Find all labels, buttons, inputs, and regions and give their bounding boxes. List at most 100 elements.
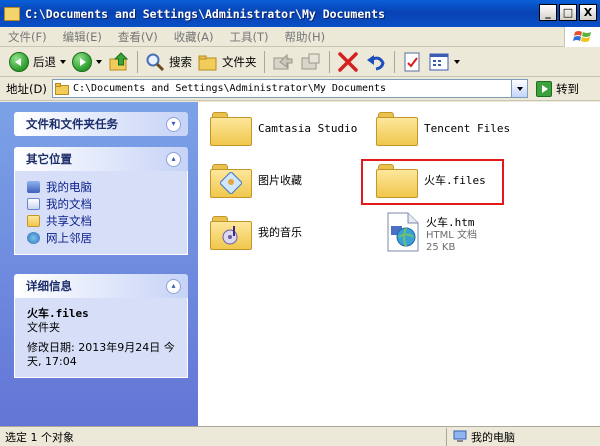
chevron-up-icon[interactable]: ▴ — [166, 278, 181, 294]
menu-bar: 文件(F) 编辑(E) 查看(V) 收藏(A) 工具(T) 帮助(H) — [0, 27, 600, 47]
address-value: C:\Documents and Settings\Administrator\… — [73, 83, 387, 94]
minimize-button[interactable]: _ — [539, 4, 557, 21]
forward-button[interactable] — [69, 49, 105, 75]
panel-title: 文件和文件夹任务 — [26, 117, 118, 131]
status-location: 我的电脑 — [446, 427, 515, 446]
folder-icon — [4, 6, 20, 21]
maximize-button[interactable]: □ — [559, 4, 577, 21]
menu-edit[interactable]: 编辑(E) — [55, 29, 110, 45]
file-item-train-htm[interactable]: 火车.htm HTML 文档 25 KB — [386, 212, 477, 254]
link-label: 网上邻居 — [46, 230, 92, 245]
file-meta: 火车.htm HTML 文档 25 KB — [426, 214, 477, 254]
go-button[interactable]: 转到 — [536, 80, 579, 97]
file-item-camtasia-studio[interactable]: Camtasia Studio — [210, 110, 357, 146]
place-link-my-computer[interactable]: 我的电脑 — [27, 178, 177, 195]
panel-header[interactable]: 详细信息 ▴ — [14, 274, 188, 298]
views-icon — [429, 53, 448, 70]
search-button[interactable]: 搜索 — [142, 49, 195, 75]
documents-icon — [27, 197, 40, 210]
menu-file[interactable]: 文件(F) — [0, 29, 55, 45]
chevron-down-icon — [60, 59, 66, 64]
detail-modified: 修改日期: 2013年9月24日 今天, 17:04 — [27, 341, 175, 368]
chevron-down-icon — [453, 59, 460, 64]
close-button[interactable]: X — [579, 4, 597, 21]
detail-type: 文件夹 — [27, 321, 60, 334]
place-link-network[interactable]: 网上邻居 — [27, 229, 177, 246]
back-label: 后退 — [33, 54, 56, 69]
menu-help[interactable]: 帮助(H) — [277, 29, 334, 45]
file-list[interactable]: Camtasia Studio Tencent Files 图片收藏 火车.fi… — [198, 102, 600, 426]
file-name: Tencent Files — [424, 121, 511, 135]
panel-title: 详细信息 — [26, 279, 72, 293]
go-arrow-icon — [536, 80, 552, 97]
back-button[interactable]: 后退 — [6, 49, 69, 75]
properties-icon — [404, 52, 419, 71]
menu-favorites[interactable]: 收藏(A) — [166, 29, 222, 45]
properties-button[interactable] — [399, 49, 425, 75]
back-arrow-icon — [9, 51, 29, 72]
network-icon — [27, 231, 40, 244]
panel-title: 其它位置 — [26, 152, 72, 166]
link-label: 我的电脑 — [46, 179, 92, 194]
copy-to-button[interactable] — [297, 49, 325, 75]
panel-header[interactable]: 文件和文件夹任务 ▾ — [14, 112, 188, 136]
html-document-icon — [387, 212, 419, 252]
forward-arrow-icon — [72, 51, 92, 72]
file-type: HTML 文档 — [426, 230, 478, 241]
delete-icon — [337, 51, 358, 72]
address-dropdown-button[interactable] — [511, 80, 527, 97]
folder-icon — [55, 82, 69, 95]
chevron-down-icon[interactable]: ▾ — [166, 116, 181, 132]
shared-folder-icon — [27, 214, 40, 227]
details-panel: 详细信息 ▴ 火车.files 文件夹 修改日期: 2013年9月24日 今天,… — [14, 274, 188, 378]
other-places-panel: 其它位置 ▴ 我的电脑 我的文档 共享文档 网上邻居 — [14, 147, 188, 255]
chevron-up-icon[interactable]: ▴ — [166, 151, 181, 167]
file-item-my-pictures[interactable]: 图片收藏 — [210, 162, 302, 198]
undo-button[interactable] — [362, 49, 390, 75]
go-label: 转到 — [556, 81, 579, 96]
place-link-shared-documents[interactable]: 共享文档 — [27, 212, 177, 229]
up-button[interactable] — [105, 49, 133, 75]
folder-up-icon — [109, 51, 129, 70]
toolbar: 后退 搜索 文件夹 — [0, 47, 600, 77]
file-name: Camtasia Studio — [258, 121, 358, 135]
panel-body: 火车.files 文件夹 修改日期: 2013年9月24日 今天, 17:04 — [14, 298, 188, 378]
folder-icon — [376, 110, 418, 146]
delete-button[interactable] — [334, 49, 362, 75]
status-selection: 选定 1 个对象 — [5, 430, 74, 444]
toolbar-separator — [328, 50, 330, 73]
copy-to-icon — [301, 53, 319, 69]
move-to-icon — [273, 53, 292, 69]
toolbar-separator — [393, 50, 395, 73]
file-name: 图片收藏 — [258, 174, 302, 187]
search-icon — [146, 53, 165, 71]
move-to-button[interactable] — [269, 49, 297, 75]
folders-label: 文件夹 — [222, 54, 257, 69]
detail-name: 火车.files — [27, 307, 89, 320]
panel-header[interactable]: 其它位置 ▴ — [14, 147, 188, 171]
search-label: 搜索 — [169, 54, 192, 69]
file-item-my-music[interactable]: 我的音乐 — [210, 214, 302, 250]
panel-body: 我的电脑 我的文档 共享文档 网上邻居 — [14, 171, 188, 255]
selection-highlight — [361, 159, 504, 205]
file-folder-tasks-panel: 文件和文件夹任务 ▾ — [14, 112, 188, 136]
menu-view[interactable]: 查看(V) — [110, 29, 166, 45]
address-input[interactable]: C:\Documents and Settings\Administrator\… — [52, 79, 528, 98]
status-bar: 选定 1 个对象 我的电脑 — [0, 426, 600, 446]
window-title: C:\Documents and Settings\Administrator\… — [25, 6, 386, 21]
task-pane: 文件和文件夹任务 ▾ 其它位置 ▴ 我的电脑 我的文档 共享文档 网上邻居 详细… — [0, 102, 198, 426]
toolbar-separator — [137, 50, 138, 73]
file-name: 我的音乐 — [258, 226, 302, 239]
address-label: 地址(D) — [6, 81, 47, 96]
views-button[interactable] — [425, 49, 463, 75]
title-bar[interactable]: C:\Documents and Settings\Administrator\… — [0, 0, 600, 27]
place-link-my-documents[interactable]: 我的文档 — [27, 195, 177, 212]
status-location-label: 我的电脑 — [471, 430, 515, 444]
folders-icon — [198, 55, 217, 70]
undo-icon — [366, 54, 385, 70]
folders-button[interactable]: 文件夹 — [195, 49, 260, 75]
menu-tools[interactable]: 工具(T) — [222, 29, 277, 45]
chevron-down-icon — [96, 59, 102, 64]
chevron-down-icon — [516, 86, 523, 91]
file-item-tencent-files[interactable]: Tencent Files — [376, 110, 510, 146]
